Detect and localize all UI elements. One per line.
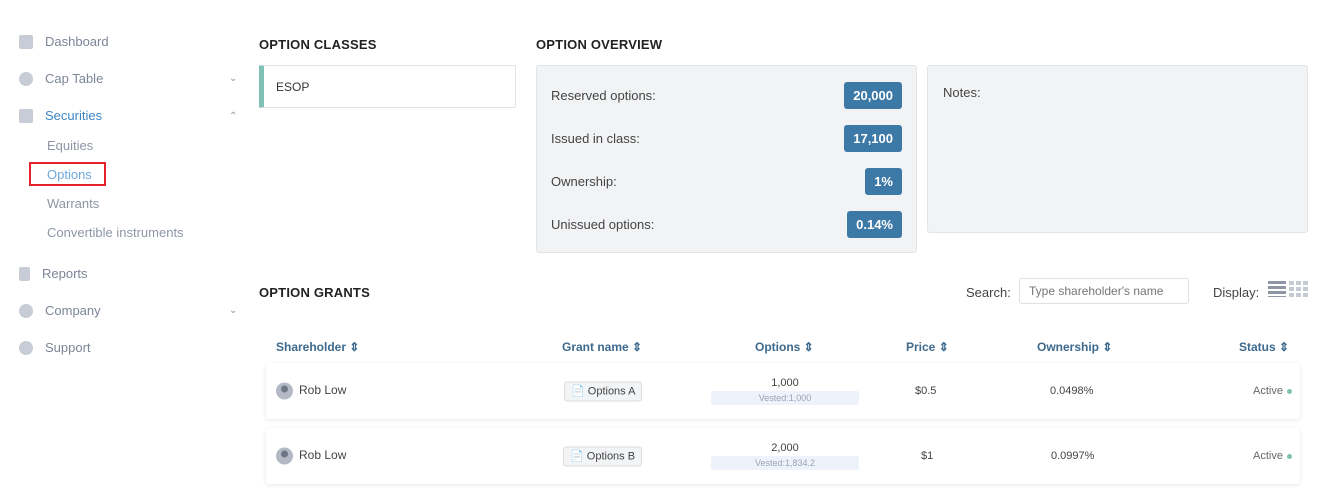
sidebar-item-dashboard[interactable]: Dashboard <box>19 34 109 49</box>
search-input[interactable] <box>1019 278 1189 304</box>
overview-row: Reserved options: 20,000 <box>551 82 902 109</box>
value-badge: 0.14% <box>847 211 902 238</box>
column-shareholder[interactable]: Shareholder ⇕ <box>276 340 359 354</box>
support-icon <box>19 340 33 355</box>
class-item-esop[interactable]: ESOP <box>259 65 516 108</box>
sidebar-item-securities[interactable]: Securities <box>19 108 102 123</box>
list-view-icon[interactable] <box>1268 281 1286 297</box>
flower-icon <box>19 303 33 318</box>
column-options[interactable]: Options ⇕ <box>755 340 814 354</box>
status-dot-icon <box>1287 388 1292 394</box>
sidebar-sub-convertible[interactable]: Convertible instruments <box>47 225 184 240</box>
status-dot-icon <box>1287 453 1292 459</box>
chevron-down-icon[interactable]: ⌄ <box>229 305 237 316</box>
pie-chart-icon <box>19 71 33 86</box>
grant-tag[interactable]: 📄 Options B <box>563 446 643 467</box>
display-label: Display: <box>1213 285 1260 300</box>
option-overview-title: OPTION OVERVIEW <box>536 37 663 52</box>
sidebar-sub-options[interactable]: Options <box>29 162 106 186</box>
sidebar-item-reports[interactable]: Reports <box>19 266 88 281</box>
sidebar-item-company[interactable]: Company <box>19 303 101 318</box>
grid-view-icon[interactable] <box>1289 281 1309 297</box>
table-row[interactable]: Rob Low 📄 Options B 2,000 Vested:1,834.2 … <box>266 428 1300 484</box>
vested-label: Vested:1,000 <box>711 391 859 405</box>
search-label: Search: <box>966 285 1011 300</box>
sidebar-item-cap-table[interactable]: Cap Table <box>19 71 103 86</box>
column-ownership[interactable]: Ownership ⇕ <box>1037 340 1112 354</box>
overview-row: Issued in class: 17,100 <box>551 125 902 152</box>
column-price[interactable]: Price ⇕ <box>906 340 949 354</box>
avatar <box>276 447 293 465</box>
overview-row: Ownership: 1% <box>551 168 902 195</box>
value-badge: 17,100 <box>844 125 902 152</box>
report-icon <box>19 266 30 281</box>
dashboard-icon <box>19 34 33 49</box>
sidebar-sub-warrants[interactable]: Warrants <box>47 196 99 211</box>
overview-row: Unissued options: 0.14% <box>551 211 902 238</box>
chevron-down-icon[interactable]: ⌄ <box>229 73 237 84</box>
column-grant-name[interactable]: Grant name ⇕ <box>562 340 642 354</box>
option-classes-title: OPTION CLASSES <box>259 37 377 52</box>
grant-tag[interactable]: 📄 Options A <box>564 381 643 402</box>
table-row[interactable]: Rob Low 📄 Options A 1,000 Vested:1,000 $0… <box>266 363 1300 419</box>
vested-label: Vested:1,834.2 <box>711 456 859 470</box>
sidebar-item-support[interactable]: Support <box>19 340 91 355</box>
avatar <box>276 382 293 400</box>
overview-panel: Reserved options: 20,000 Issued in class:… <box>536 65 917 253</box>
notes-panel[interactable]: Notes: <box>927 65 1308 233</box>
value-badge: 1% <box>865 168 902 195</box>
clipboard-icon <box>19 108 33 123</box>
chevron-up-icon[interactable]: ⌃ <box>229 111 237 122</box>
option-grants-title: OPTION GRANTS <box>259 285 370 300</box>
column-status[interactable]: Status ⇕ <box>1239 340 1289 354</box>
sidebar-sub-equities[interactable]: Equities <box>47 138 93 153</box>
value-badge: 20,000 <box>844 82 902 109</box>
